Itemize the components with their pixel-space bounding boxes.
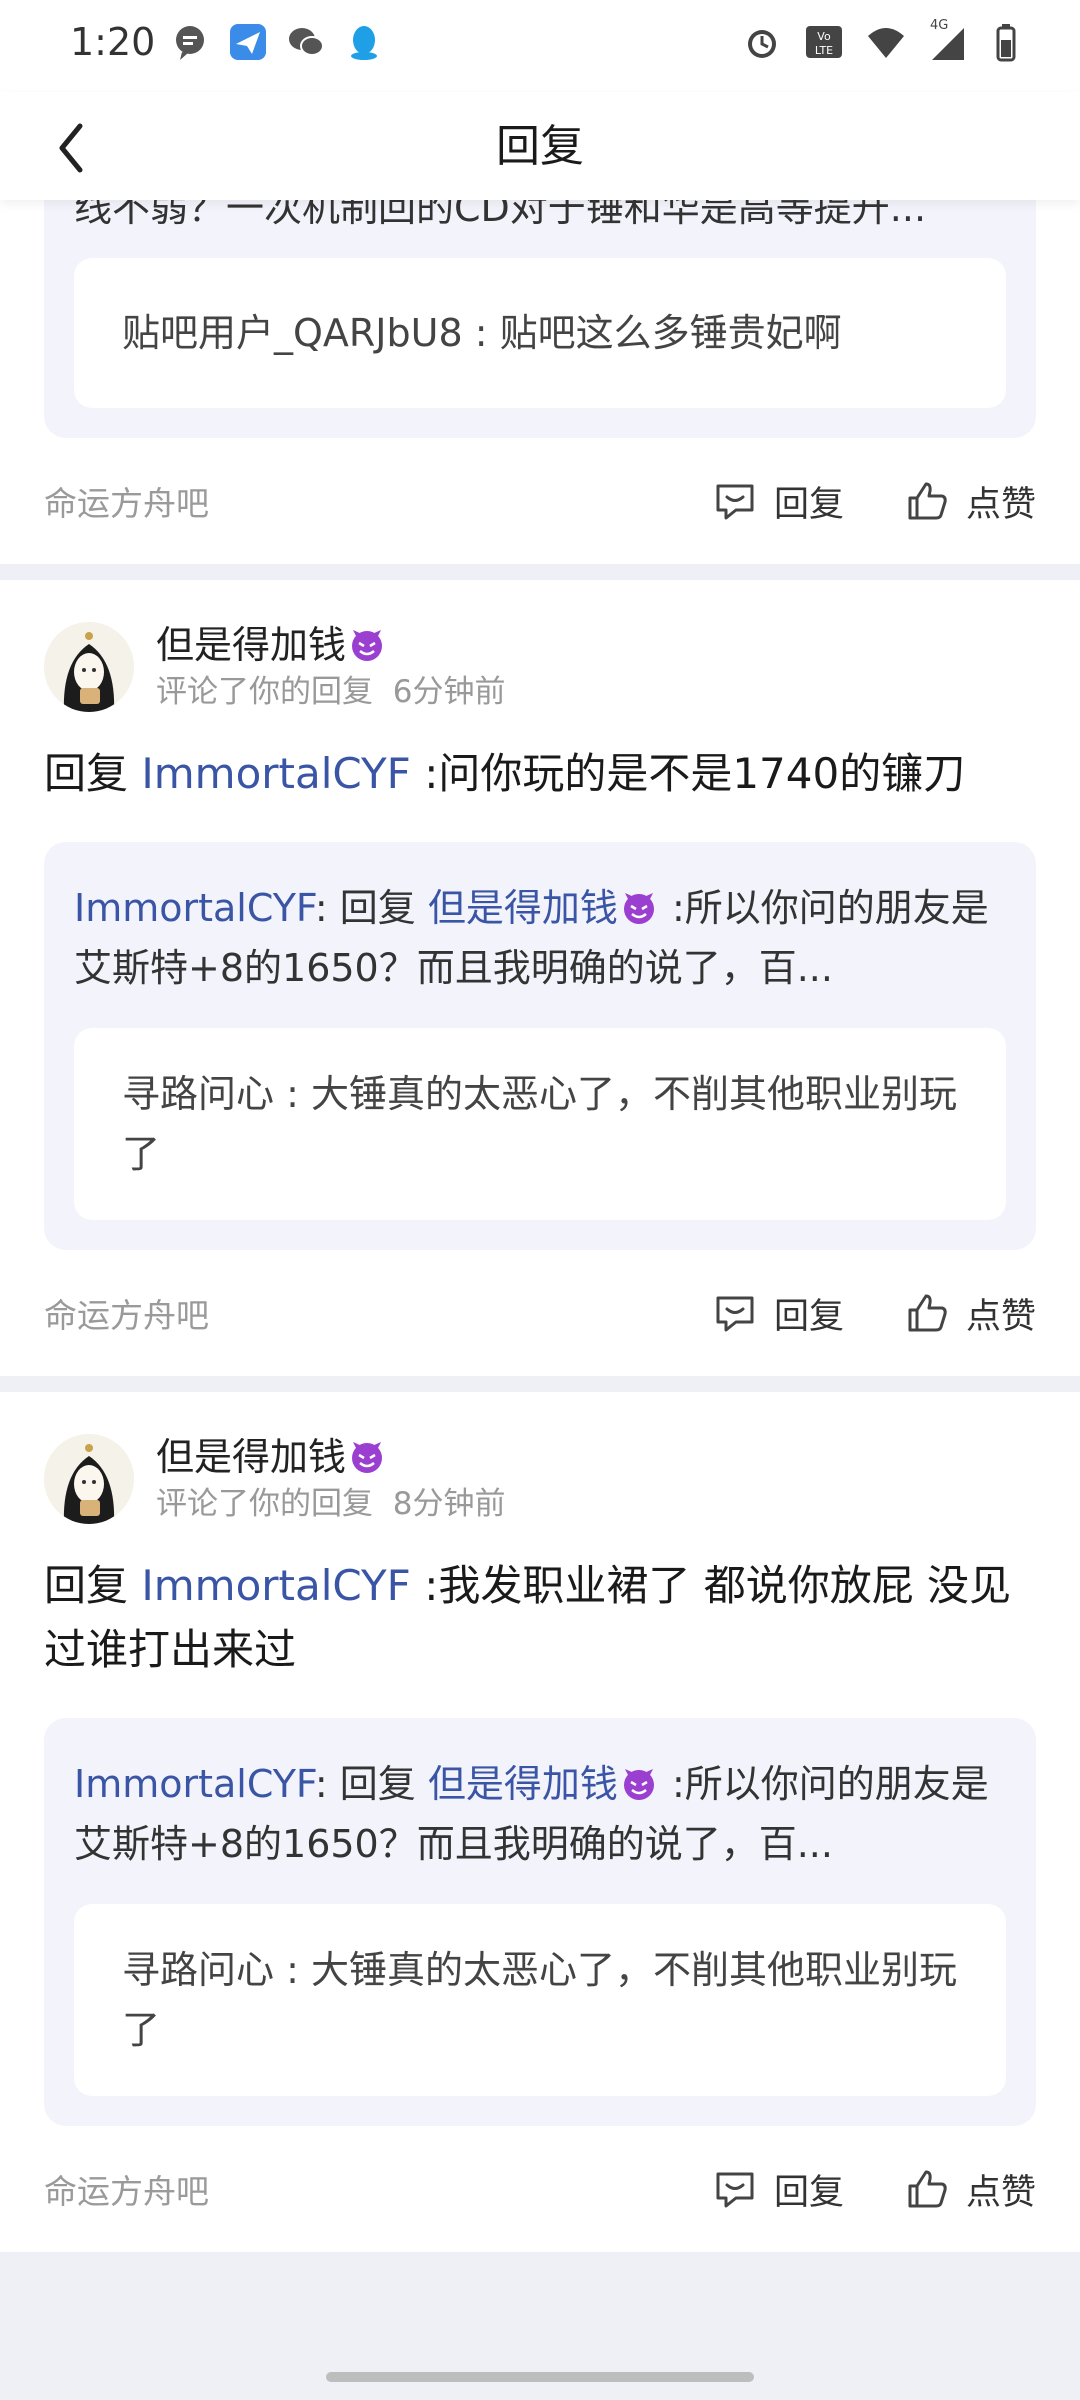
activity-meta: 评论了你的回复 6分钟前 bbox=[156, 674, 506, 710]
thumbs-up-icon bbox=[908, 2170, 947, 2208]
original-comment[interactable]: 贴吧用户_QARJbU8 : 贴吧这么多锤贵妃啊 bbox=[74, 258, 1006, 408]
original-comment-text: 贴吧用户_QARJbU8 : 贴吧这么多锤贵妃啊 bbox=[122, 311, 842, 355]
reply-card[interactable]: 但是得加钱 评论了你的回复 8分钟前 回复 ImmortalCYF :我发职业裙… bbox=[0, 1392, 1080, 2252]
original-comment-text: 寻路问心 : 大锤真的太恶心了，不削其他职业别玩了 bbox=[122, 1072, 957, 1176]
username[interactable]: 但是得加钱 bbox=[156, 620, 505, 670]
quoted-post[interactable]: 线不弱？一次机制回的CD对于锤和华是高等提升... 贴吧用户_QARJbU8 :… bbox=[44, 200, 1036, 438]
original-comment[interactable]: 寻路问心 : 大锤真的太恶心了，不削其他职业别玩了 bbox=[74, 1904, 1006, 2096]
devil-emoji-icon bbox=[623, 893, 654, 924]
avatar[interactable] bbox=[44, 1434, 134, 1524]
reply-button[interactable]: 回复 bbox=[712, 1288, 844, 1339]
quoted-post-text: ImmortalCYF: 回复 但是得加钱 :所以你问的朋友是艾斯特+8的165… bbox=[74, 1762, 989, 1866]
reply-content[interactable]: 回复 ImmortalCYF :问你玩的是不是1740的镰刀 bbox=[44, 742, 1036, 806]
reply-card[interactable]: 但是得加钱 评论了你的回复 6分钟前 回复 ImmortalCYF :问你玩的是… bbox=[0, 580, 1080, 1376]
forum-name[interactable]: 命运方舟吧 bbox=[44, 1289, 209, 1337]
svg-text:Vo: Vo bbox=[817, 30, 831, 43]
notification-icons bbox=[170, 22, 384, 62]
avatar-image bbox=[44, 622, 134, 712]
reply-label: 回复 bbox=[773, 484, 844, 525]
home-indicator[interactable] bbox=[326, 2372, 754, 2382]
volte-icon: VoLTE bbox=[806, 26, 842, 58]
divider bbox=[0, 1376, 1080, 1392]
card-footer: 命运方舟吧 回复 点赞 bbox=[44, 2126, 1036, 2252]
quoted-post-text: 线不弱？一次机制回的CD对于锤和华是高等提升... bbox=[74, 200, 927, 230]
username[interactable]: 但是得加钱 bbox=[156, 1432, 505, 1482]
quote-mention-link[interactable]: 但是得加钱 bbox=[428, 886, 660, 930]
thumbs-up-icon bbox=[908, 1294, 947, 1332]
status-bar: 1:20 Vo LTE 4G bbox=[0, 0, 1080, 92]
like-label: 点赞 bbox=[965, 484, 1036, 525]
like-button[interactable]: 点赞 bbox=[904, 2164, 1036, 2215]
devil-emoji-icon bbox=[352, 630, 383, 661]
alarm-icon bbox=[748, 30, 776, 58]
devil-emoji-icon bbox=[352, 1442, 383, 1473]
reply-button[interactable]: 回复 bbox=[712, 2164, 844, 2215]
system-status-icons: Vo LTE 4G bbox=[742, 18, 1030, 62]
battery-icon bbox=[996, 24, 1016, 62]
quoted-post[interactable]: ImmortalCYF: 回复 但是得加钱 :所以你问的朋友是艾斯特+8的165… bbox=[44, 1718, 1036, 2126]
like-label: 点赞 bbox=[965, 1296, 1036, 1337]
like-button[interactable]: 点赞 bbox=[904, 476, 1036, 527]
thumbs-up-icon bbox=[908, 482, 947, 520]
comment-icon bbox=[716, 484, 754, 520]
devil-emoji-icon bbox=[623, 1769, 654, 1800]
nav-bar: 回复 bbox=[0, 92, 1080, 200]
reply-list: 线不弱？一次机制回的CD对于锤和华是高等提升... 贴吧用户_QARJbU8 :… bbox=[0, 200, 1080, 2252]
plane-app-icon bbox=[230, 24, 266, 60]
quoted-post[interactable]: ImmortalCYF: 回复 但是得加钱 :所以你问的朋友是艾斯特+8的165… bbox=[44, 842, 1036, 1250]
reply-card-partial[interactable]: 线不弱？一次机制回的CD对于锤和华是高等提升... 贴吧用户_QARJbU8 :… bbox=[0, 200, 1080, 564]
avatar-image bbox=[44, 1434, 134, 1524]
comment-icon bbox=[716, 1296, 754, 1332]
status-time: 1:20 bbox=[70, 20, 156, 64]
svg-text:LTE: LTE bbox=[815, 44, 833, 57]
message-notification-icon bbox=[176, 26, 204, 60]
signal-indicator: 4G bbox=[928, 18, 968, 62]
quote-mention-link[interactable]: 但是得加钱 bbox=[428, 1762, 660, 1806]
quote-user-link[interactable]: ImmortalCYF bbox=[74, 886, 315, 930]
reply-label: 回复 bbox=[773, 2172, 844, 2213]
card-footer: 命运方舟吧 回复 点赞 bbox=[44, 1250, 1036, 1376]
reply-content[interactable]: 回复 ImmortalCYF :我发职业裙了 都说你放屁 没见过谁打出来过 bbox=[44, 1554, 1036, 1682]
quoted-post-text: ImmortalCYF: 回复 但是得加钱 :所以你问的朋友是艾斯特+8的165… bbox=[74, 886, 989, 990]
reply-button[interactable]: 回复 bbox=[712, 476, 844, 527]
original-comment[interactable]: 寻路问心 : 大锤真的太恶心了，不削其他职业别玩了 bbox=[74, 1028, 1006, 1220]
forum-name[interactable]: 命运方舟吧 bbox=[44, 2165, 209, 2213]
activity-meta: 评论了你的回复 8分钟前 bbox=[156, 1486, 506, 1522]
original-comment-text: 寻路问心 : 大锤真的太恶心了，不削其他职业别玩了 bbox=[122, 1948, 957, 2052]
reply-label: 回复 bbox=[773, 1296, 844, 1337]
network-type: 4G bbox=[930, 18, 949, 33]
comment-icon bbox=[716, 2172, 754, 2208]
qq-icon bbox=[351, 26, 377, 60]
quote-user-link[interactable]: ImmortalCYF bbox=[74, 1762, 315, 1806]
page-title: 回复 bbox=[496, 121, 584, 172]
card-footer: 命运方舟吧 回复 点赞 bbox=[44, 438, 1036, 564]
like-label: 点赞 bbox=[965, 2172, 1036, 2213]
mention-link[interactable]: ImmortalCYF bbox=[141, 749, 410, 798]
wifi-icon bbox=[868, 28, 904, 58]
avatar[interactable] bbox=[44, 622, 134, 712]
mention-link[interactable]: ImmortalCYF bbox=[141, 1561, 410, 1610]
wechat-icon bbox=[289, 28, 324, 56]
forum-name[interactable]: 命运方舟吧 bbox=[44, 477, 209, 525]
divider bbox=[0, 564, 1080, 580]
like-button[interactable]: 点赞 bbox=[904, 1288, 1036, 1339]
